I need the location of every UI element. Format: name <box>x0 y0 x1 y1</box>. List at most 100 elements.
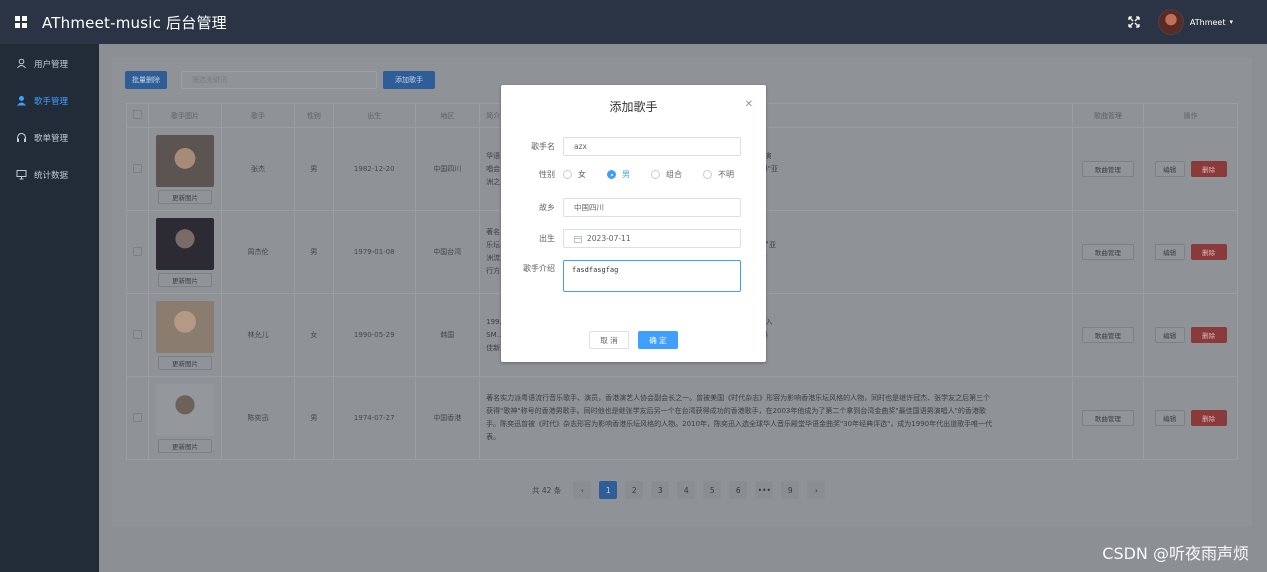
collapse-menu-icon[interactable] <box>15 16 27 28</box>
song-manage-button[interactable]: 歌曲管理 <box>1081 327 1134 343</box>
batch-delete-button[interactable]: 批量删除 <box>125 71 167 89</box>
dialog-title: 添加歌手 <box>609 100 658 114</box>
sex-radio-group-option[interactable]: 组合 <box>651 169 682 180</box>
page-button[interactable]: 1 <box>599 481 618 499</box>
actions-cell: 编辑 删除 <box>1143 376 1238 460</box>
location-label: 故乡 <box>539 203 555 212</box>
update-pic-button[interactable]: 更新图片 <box>158 272 213 287</box>
delete-button[interactable]: 删除 <box>1190 410 1227 426</box>
song-manage-button[interactable]: 歌曲管理 <box>1081 244 1134 260</box>
form-row-intro: 歌手介绍 fasdfasgfag <box>501 260 766 292</box>
add-singer-button[interactable]: 添加歌手 <box>383 71 435 89</box>
radio-dot <box>607 170 616 179</box>
song-manage-cell: 歌曲管理 <box>1071 376 1145 460</box>
column-header: 操作 <box>1143 103 1238 128</box>
edit-button[interactable]: 编辑 <box>1154 327 1185 343</box>
delete-button[interactable]: 删除 <box>1190 161 1227 177</box>
page-button[interactable]: 6 <box>729 481 748 499</box>
sex-radio-male[interactable]: 男 <box>607 169 630 180</box>
row-checkbox[interactable] <box>126 127 149 211</box>
column-header: 歌手图片 <box>147 103 223 128</box>
form-row-name: 歌手名 azx <box>501 137 766 156</box>
page-button[interactable]: 4 <box>677 481 696 499</box>
form-row-birth: 出生 2023-07-11 <box>501 229 766 248</box>
delete-button[interactable]: 删除 <box>1190 327 1227 343</box>
intro-line: 著名实力派粤语流行音乐歌手、演员，香港演艺人协会副会长之一。曾被美国《时代杂志》… <box>486 394 991 402</box>
intro-textarea[interactable]: fasdfasgfag <box>563 260 741 292</box>
update-pic-button[interactable]: 更新图片 <box>158 355 213 370</box>
sidebar-item-label: 统计数据 <box>34 170 69 181</box>
singer-photo <box>156 217 215 270</box>
update-pic-button[interactable]: 更新图片 <box>158 189 213 204</box>
confirm-button[interactable]: 确 定 <box>638 331 678 349</box>
prev-page-button[interactable]: ‹ <box>573 481 592 499</box>
row-checkbox[interactable] <box>126 210 149 294</box>
page-button[interactable]: 9 <box>781 481 800 499</box>
singer-sex: 男 <box>293 127 335 211</box>
edit-button[interactable]: 编辑 <box>1154 410 1185 426</box>
singer-photo <box>156 134 215 187</box>
column-header: 出生 <box>333 103 416 128</box>
sidebar-item-singers[interactable]: 歌手管理 <box>0 82 99 119</box>
song-manage-button[interactable]: 歌曲管理 <box>1081 161 1134 177</box>
singer-name: 张杰 <box>221 127 295 211</box>
column-header: 歌手 <box>221 103 295 128</box>
page-button[interactable]: 2 <box>625 481 644 499</box>
column-header: 地区 <box>414 103 481 128</box>
sidebar-item-users[interactable]: 用户管理 <box>0 45 99 82</box>
name-input[interactable]: azx <box>563 137 741 156</box>
singer-pic-cell: 更新图片 <box>147 127 223 211</box>
cancel-button[interactable]: 取 消 <box>589 331 629 349</box>
search-input[interactable]: 筛选关键词 <box>181 71 377 89</box>
app-title: AThmeet-music 后台管理 <box>42 13 227 32</box>
singer-pic-cell: 更新图片 <box>147 210 223 294</box>
delete-button[interactable]: 删除 <box>1190 244 1227 260</box>
next-page-button[interactable]: › <box>807 481 826 499</box>
singer-name: 陈奕迅 <box>221 376 295 460</box>
singer-name: 林允儿 <box>221 293 295 377</box>
page-button[interactable]: 3 <box>651 481 670 499</box>
table-row: 更新图片 陈奕迅 男 1974-07-27 中国香港 著名实力派粤语流行音乐歌手… <box>126 376 1238 460</box>
sidebar-item-stats[interactable]: 统计数据 <box>0 156 99 193</box>
avatar[interactable] <box>1157 9 1184 35</box>
birth-label: 出生 <box>539 234 555 243</box>
song-manage-cell: 歌曲管理 <box>1071 210 1145 294</box>
location-input[interactable]: 中国四川 <box>563 198 741 217</box>
sidebar-item-label: 用户管理 <box>34 59 69 70</box>
caret-down-icon[interactable]: ▾ <box>1229 18 1233 26</box>
user-icon <box>16 58 27 69</box>
row-checkbox[interactable] <box>126 293 149 377</box>
singer-sex: 男 <box>293 210 335 294</box>
pagination-total: 共 42 条 <box>532 485 562 495</box>
singer-birth: 1979-01-08 <box>333 210 416 294</box>
name-label: 歌手名 <box>531 142 555 151</box>
singer-photo <box>156 383 215 436</box>
actions-cell: 编辑 删除 <box>1143 127 1238 211</box>
monitor-icon <box>16 169 27 180</box>
fullscreen-icon[interactable] <box>1128 16 1140 28</box>
headset-icon <box>16 132 27 143</box>
singer-pic-cell: 更新图片 <box>147 293 223 377</box>
user-name[interactable]: AThmeet <box>1190 18 1226 27</box>
more-pages-button[interactable]: ••• <box>755 481 774 499</box>
song-manage-button[interactable]: 歌曲管理 <box>1081 410 1134 426</box>
row-checkbox[interactable] <box>126 376 149 460</box>
form-row-sex: 性别 女 男 组合 不明 <box>501 169 766 180</box>
sidebar-item-label: 歌单管理 <box>34 133 69 144</box>
update-pic-button[interactable]: 更新图片 <box>158 438 213 453</box>
birth-date-picker[interactable]: 2023-07-11 <box>563 229 741 248</box>
sidebar: 用户管理 歌手管理 歌单管理 统计数据 <box>0 44 99 572</box>
select-all-checkbox[interactable] <box>126 103 149 128</box>
page-button[interactable]: 5 <box>703 481 722 499</box>
close-icon[interactable]: ✕ <box>745 99 753 110</box>
song-manage-cell: 歌曲管理 <box>1071 127 1145 211</box>
add-singer-dialog: 添加歌手 ✕ 歌手名 azx 性别 女 男 组合 不明 故乡 中国四川 出生 2… <box>501 85 766 362</box>
singer-sex: 女 <box>293 293 335 377</box>
singer-location: 韩国 <box>414 293 481 377</box>
edit-button[interactable]: 编辑 <box>1154 161 1185 177</box>
edit-button[interactable]: 编辑 <box>1154 244 1185 260</box>
sex-radio-unknown[interactable]: 不明 <box>703 169 734 180</box>
sidebar-item-playlists[interactable]: 歌单管理 <box>0 119 99 156</box>
sex-radio-female[interactable]: 女 <box>563 169 586 180</box>
singer-location: 中国香港 <box>414 376 481 460</box>
